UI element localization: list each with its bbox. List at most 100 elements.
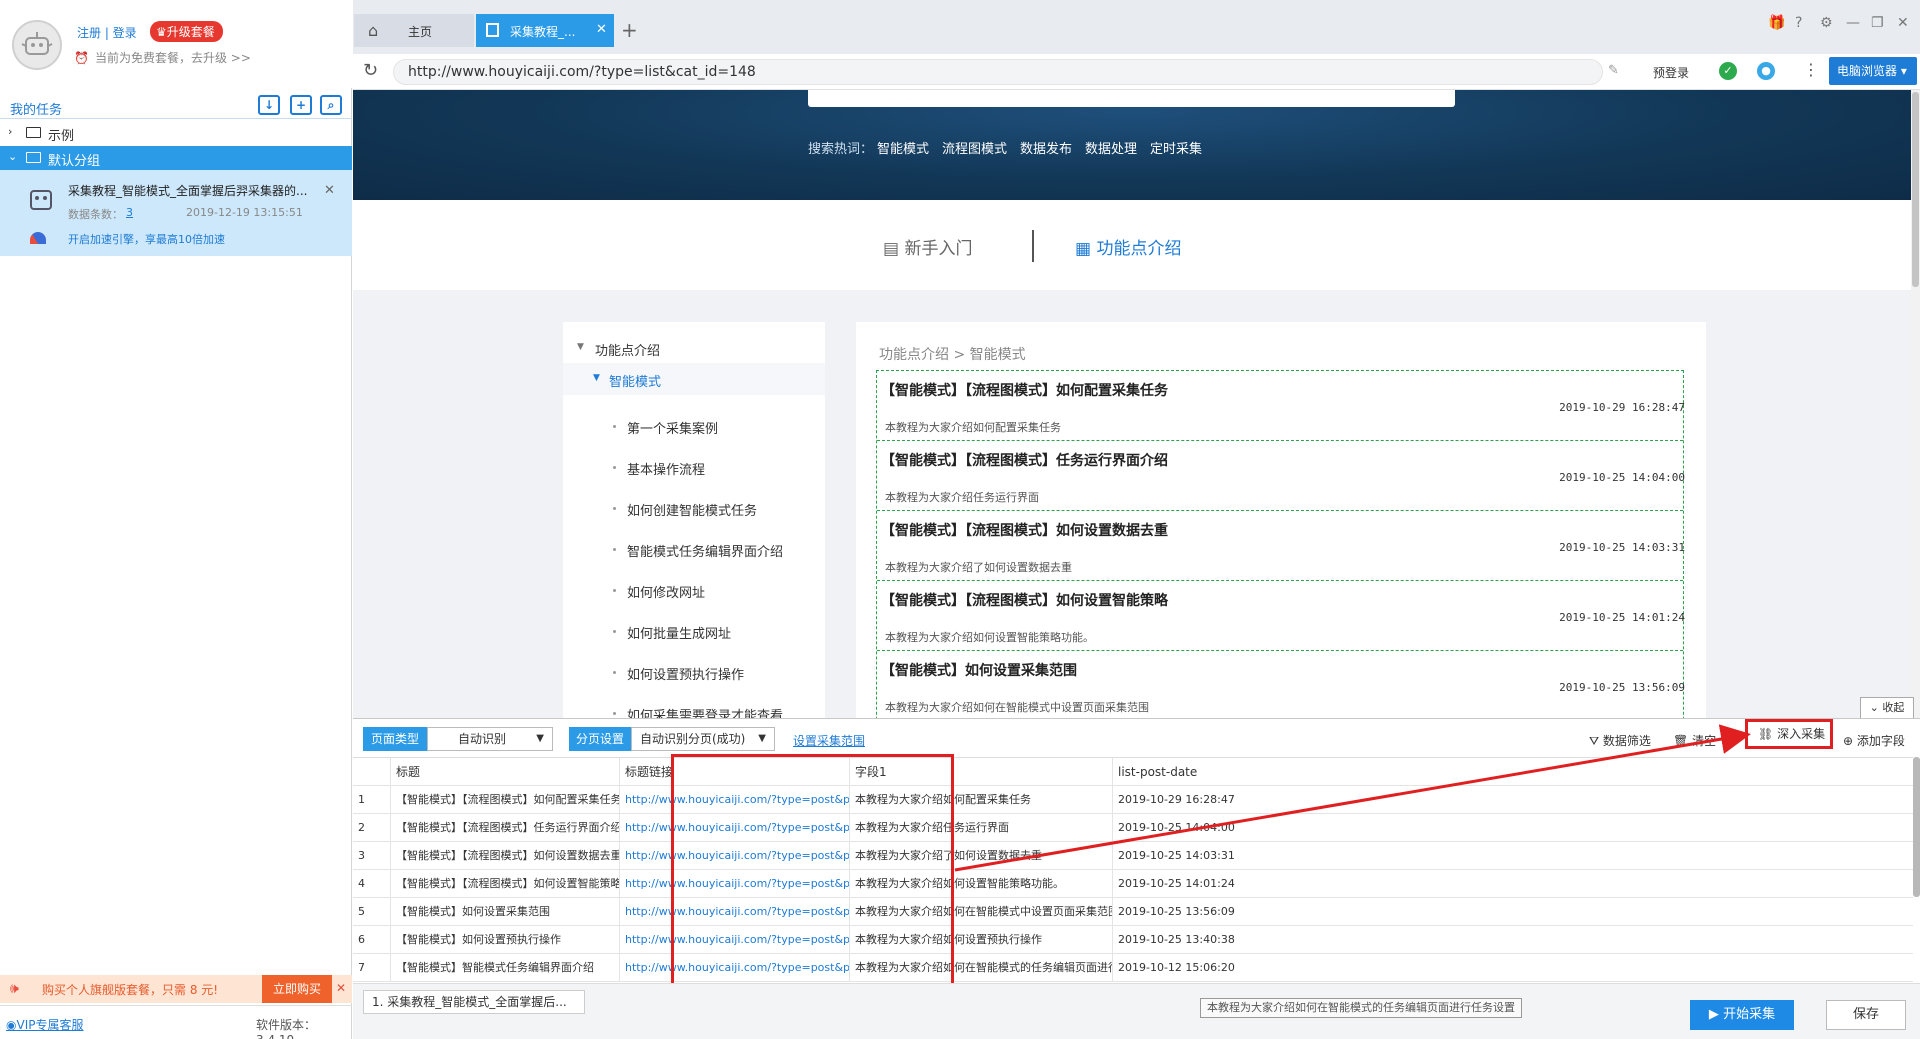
nav-newbie[interactable]: ▤ 新手入门 — [883, 234, 972, 259]
cell-link[interactable]: http://www.houyicaiji.com/?type=post&pid… — [620, 842, 850, 870]
add-field-button[interactable]: ⊕ 添加字段 — [1843, 732, 1905, 749]
menu-smart-mode[interactable]: ▼ 智能模式 — [563, 363, 825, 395]
table-row[interactable]: 3 【智能模式】【流程图模式】如何设置数据去重 http://www.houyi… — [353, 842, 1913, 870]
cell-field1[interactable]: 本教程为大家介绍如何配置采集任务 — [850, 786, 1113, 814]
cell-link[interactable]: http://www.houyicaiji.com/?type=post&pid… — [620, 870, 850, 898]
cell-title[interactable]: 【智能模式】【流程图模式】如何设置数据去重 — [391, 842, 620, 870]
help-icon[interactable]: ? — [1795, 15, 1802, 31]
close-icon[interactable]: ✕ — [324, 183, 335, 198]
cell-date[interactable]: 2019-10-25 14:01:24 — [1113, 870, 1913, 898]
gift-icon[interactable]: 🎁 — [1768, 15, 1785, 31]
cell-link[interactable]: http://www.houyicaiji.com/?type=post&pid… — [620, 814, 850, 842]
save-button[interactable]: 保存 — [1826, 1000, 1906, 1030]
shield-icon[interactable]: ✓ — [1719, 62, 1737, 80]
article-item[interactable]: 【智能模式】【流程图模式】任务运行界面介绍 2019-10-25 14:04:0… — [877, 441, 1685, 511]
chevron-down-icon[interactable]: ⌄ — [8, 150, 17, 163]
search-task-icon[interactable]: ⌕ — [320, 95, 342, 115]
minimize-icon[interactable]: — — [1846, 15, 1860, 31]
page-type-select[interactable]: 自动识别 ▼ — [427, 727, 553, 751]
cell-link-text[interactable]: http://www.houyicaiji.com/?type=post&pid… — [625, 877, 849, 890]
cell-link-text[interactable]: http://www.houyicaiji.com/?type=post&pid… — [625, 849, 849, 862]
article-title[interactable]: 【智能模式】【流程图模式】任务运行界面介绍 — [881, 450, 1168, 470]
cell-field1[interactable]: 本教程为大家介绍如何设置预执行操作 — [850, 926, 1113, 954]
restore-icon[interactable]: ❐ — [1871, 15, 1884, 31]
gear-icon[interactable]: ⚙ — [1820, 15, 1833, 31]
table-row[interactable]: 5 【智能模式】如何设置采集范围 http://www.houyicaiji.c… — [353, 898, 1913, 926]
set-range-link[interactable]: 设置采集范围 — [793, 732, 865, 749]
header-cell[interactable]: 字段1 — [850, 758, 1113, 786]
close-icon[interactable]: ✕ — [596, 22, 607, 37]
cell-link-text[interactable]: http://www.houyicaiji.com/?type=post&pid… — [625, 933, 849, 946]
running-task-tab[interactable]: 1. 采集教程_智能模式_全面掌握后... — [363, 990, 585, 1014]
cell-link-text[interactable]: http://www.houyicaiji.com/?type=post&pid… — [625, 793, 849, 806]
cell-date[interactable]: 2019-10-25 14:03:31 — [1113, 842, 1913, 870]
cell-date[interactable]: 2019-10-12 15:06:20 — [1113, 954, 1913, 982]
hot-search-item[interactable]: 数据处理 — [1085, 138, 1137, 157]
import-task-icon[interactable]: ↓ — [258, 95, 280, 115]
browser-mode-button[interactable]: 电脑浏览器 ▾ — [1829, 57, 1917, 85]
filter-button[interactable]: ⛛ 数据筛选 — [1589, 732, 1651, 749]
more-icon[interactable]: ⋮ — [1803, 60, 1819, 79]
url-input[interactable]: http://www.houyicaiji.com/?type=list&cat… — [393, 59, 1603, 85]
accel-link[interactable]: 开启加速引擎，享最高10倍加速 — [68, 231, 225, 247]
cell-link-text[interactable]: http://www.houyicaiji.com/?type=post&pid… — [625, 905, 849, 918]
plan-link[interactable]: ⏰ 当前为免费套餐，去升级 >> — [74, 49, 251, 66]
cell-field1[interactable]: 本教程为大家介绍了如何设置数据去重 — [850, 842, 1113, 870]
cell-title[interactable]: 【智能模式】如何设置采集范围 — [391, 898, 620, 926]
hot-search-item[interactable]: 定时采集 — [1150, 138, 1202, 157]
deep-collect-button[interactable]: ⛓ 深入采集 — [1745, 719, 1833, 749]
table-scrollbar-thumb[interactable] — [1913, 757, 1920, 897]
table-row[interactable]: 4 【智能模式】【流程图模式】如何设置智能策略 http://www.houyi… — [353, 870, 1913, 898]
edit-icon[interactable]: ✎ — [1608, 63, 1619, 78]
hot-search-item[interactable]: 数据发布 — [1020, 138, 1072, 157]
cell-field1[interactable]: 本教程为大家介绍如何在智能模式中设置页面采集范围 — [850, 898, 1113, 926]
collapse-button[interactable]: ⌄ 收起 — [1860, 697, 1914, 719]
page-scrollbar-thumb[interactable] — [1912, 92, 1919, 287]
chevron-right-icon[interactable]: › — [8, 125, 12, 138]
table-row[interactable]: 2 【智能模式】【流程图模式】任务运行界面介绍 http://www.houyi… — [353, 814, 1913, 842]
cell-link-text[interactable]: http://www.houyicaiji.com/?type=post&pid… — [625, 821, 849, 834]
tab-tutorial[interactable]: 采集教程_... ✕ — [476, 14, 614, 47]
task-title[interactable]: 采集教程_智能模式_全面掌握后羿采集器的... — [68, 182, 307, 199]
header-cell[interactable]: 标题链接 — [620, 758, 850, 786]
new-tab-icon[interactable]: + — [621, 18, 638, 51]
hot-search-item[interactable]: 流程图模式 — [942, 138, 1007, 157]
table-row[interactable]: 7 【智能模式】智能模式任务编辑界面介绍 http://www.houyicai… — [353, 954, 1913, 982]
cell-title[interactable]: 【智能模式】【流程图模式】任务运行界面介绍 — [391, 814, 620, 842]
cell-link[interactable]: http://www.houyicaiji.com/?type=post&pid… — [620, 898, 850, 926]
cell-link[interactable]: http://www.houyicaiji.com/?type=post&pid… — [620, 954, 850, 982]
hot-search-item[interactable]: 智能模式 — [877, 138, 929, 157]
cell-date[interactable]: 2019-10-29 16:28:47 — [1113, 786, 1913, 814]
prelogin-button[interactable]: 预登录 — [1653, 64, 1689, 81]
reload-icon[interactable]: ↻ — [363, 60, 378, 81]
vip-support-link[interactable]: ◉VIP专属客服 — [6, 1016, 83, 1033]
article-title[interactable]: 【智能模式】【流程图模式】如何配置采集任务 — [881, 380, 1168, 400]
article-item[interactable]: 【智能模式】【流程图模式】如何设置智能策略 2019-10-25 14:01:2… — [877, 581, 1685, 651]
avatar[interactable] — [12, 20, 62, 70]
cell-title[interactable]: 【智能模式】智能模式任务编辑界面介绍 — [391, 954, 620, 982]
clear-button[interactable]: 🗑 清空 — [1673, 732, 1716, 749]
article-item[interactable]: 【智能模式】如何设置采集范围 2019-10-25 13:56:09 本教程为大… — [877, 651, 1685, 718]
new-task-icon[interactable]: + — [290, 95, 312, 115]
nav-features[interactable]: ▦ 功能点介绍 — [1075, 234, 1181, 259]
cell-link-text[interactable]: http://www.houyicaiji.com/?type=post&pid… — [625, 961, 849, 974]
group-default[interactable]: ⌄ 默认分组 — [0, 146, 352, 170]
cell-title[interactable]: 【智能模式】【流程图模式】如何设置智能策略 — [391, 870, 620, 898]
drop-icon[interactable]: ● — [1757, 62, 1775, 80]
task-count[interactable]: 3 — [126, 206, 133, 219]
paging-select[interactable]: 自动识别分页(成功) ▼ — [631, 727, 775, 751]
cell-field1[interactable]: 本教程为大家介绍如何在智能模式的任务编辑页面进行任... — [850, 954, 1113, 982]
cell-link[interactable]: http://www.houyicaiji.com/?type=post&pid… — [620, 786, 850, 814]
close-icon[interactable]: ✕ — [336, 981, 346, 995]
table-row[interactable]: 6 【智能模式】如何设置预执行操作 http://www.houyicaiji.… — [353, 926, 1913, 954]
article-title[interactable]: 【智能模式】【流程图模式】如何设置智能策略 — [881, 590, 1168, 610]
site-search-input[interactable] — [808, 90, 1455, 107]
upgrade-button[interactable]: ♛升级套餐 — [150, 21, 223, 42]
start-collect-button[interactable]: ▶ 开始采集 — [1690, 1000, 1794, 1030]
cell-date[interactable]: 2019-10-25 13:40:38 — [1113, 926, 1913, 954]
task-card[interactable]: 采集教程_智能模式_全面掌握后羿采集器的... ✕ 数据条数： 3 2019-1… — [0, 170, 352, 256]
cell-field1[interactable]: 本教程为大家介绍如何设置智能策略功能。 — [850, 870, 1113, 898]
cell-date[interactable]: 2019-10-25 14:04:00 — [1113, 814, 1913, 842]
cell-link[interactable]: http://www.houyicaiji.com/?type=post&pid… — [620, 926, 850, 954]
tab-home[interactable]: ⌂ 主页 — [354, 14, 474, 47]
